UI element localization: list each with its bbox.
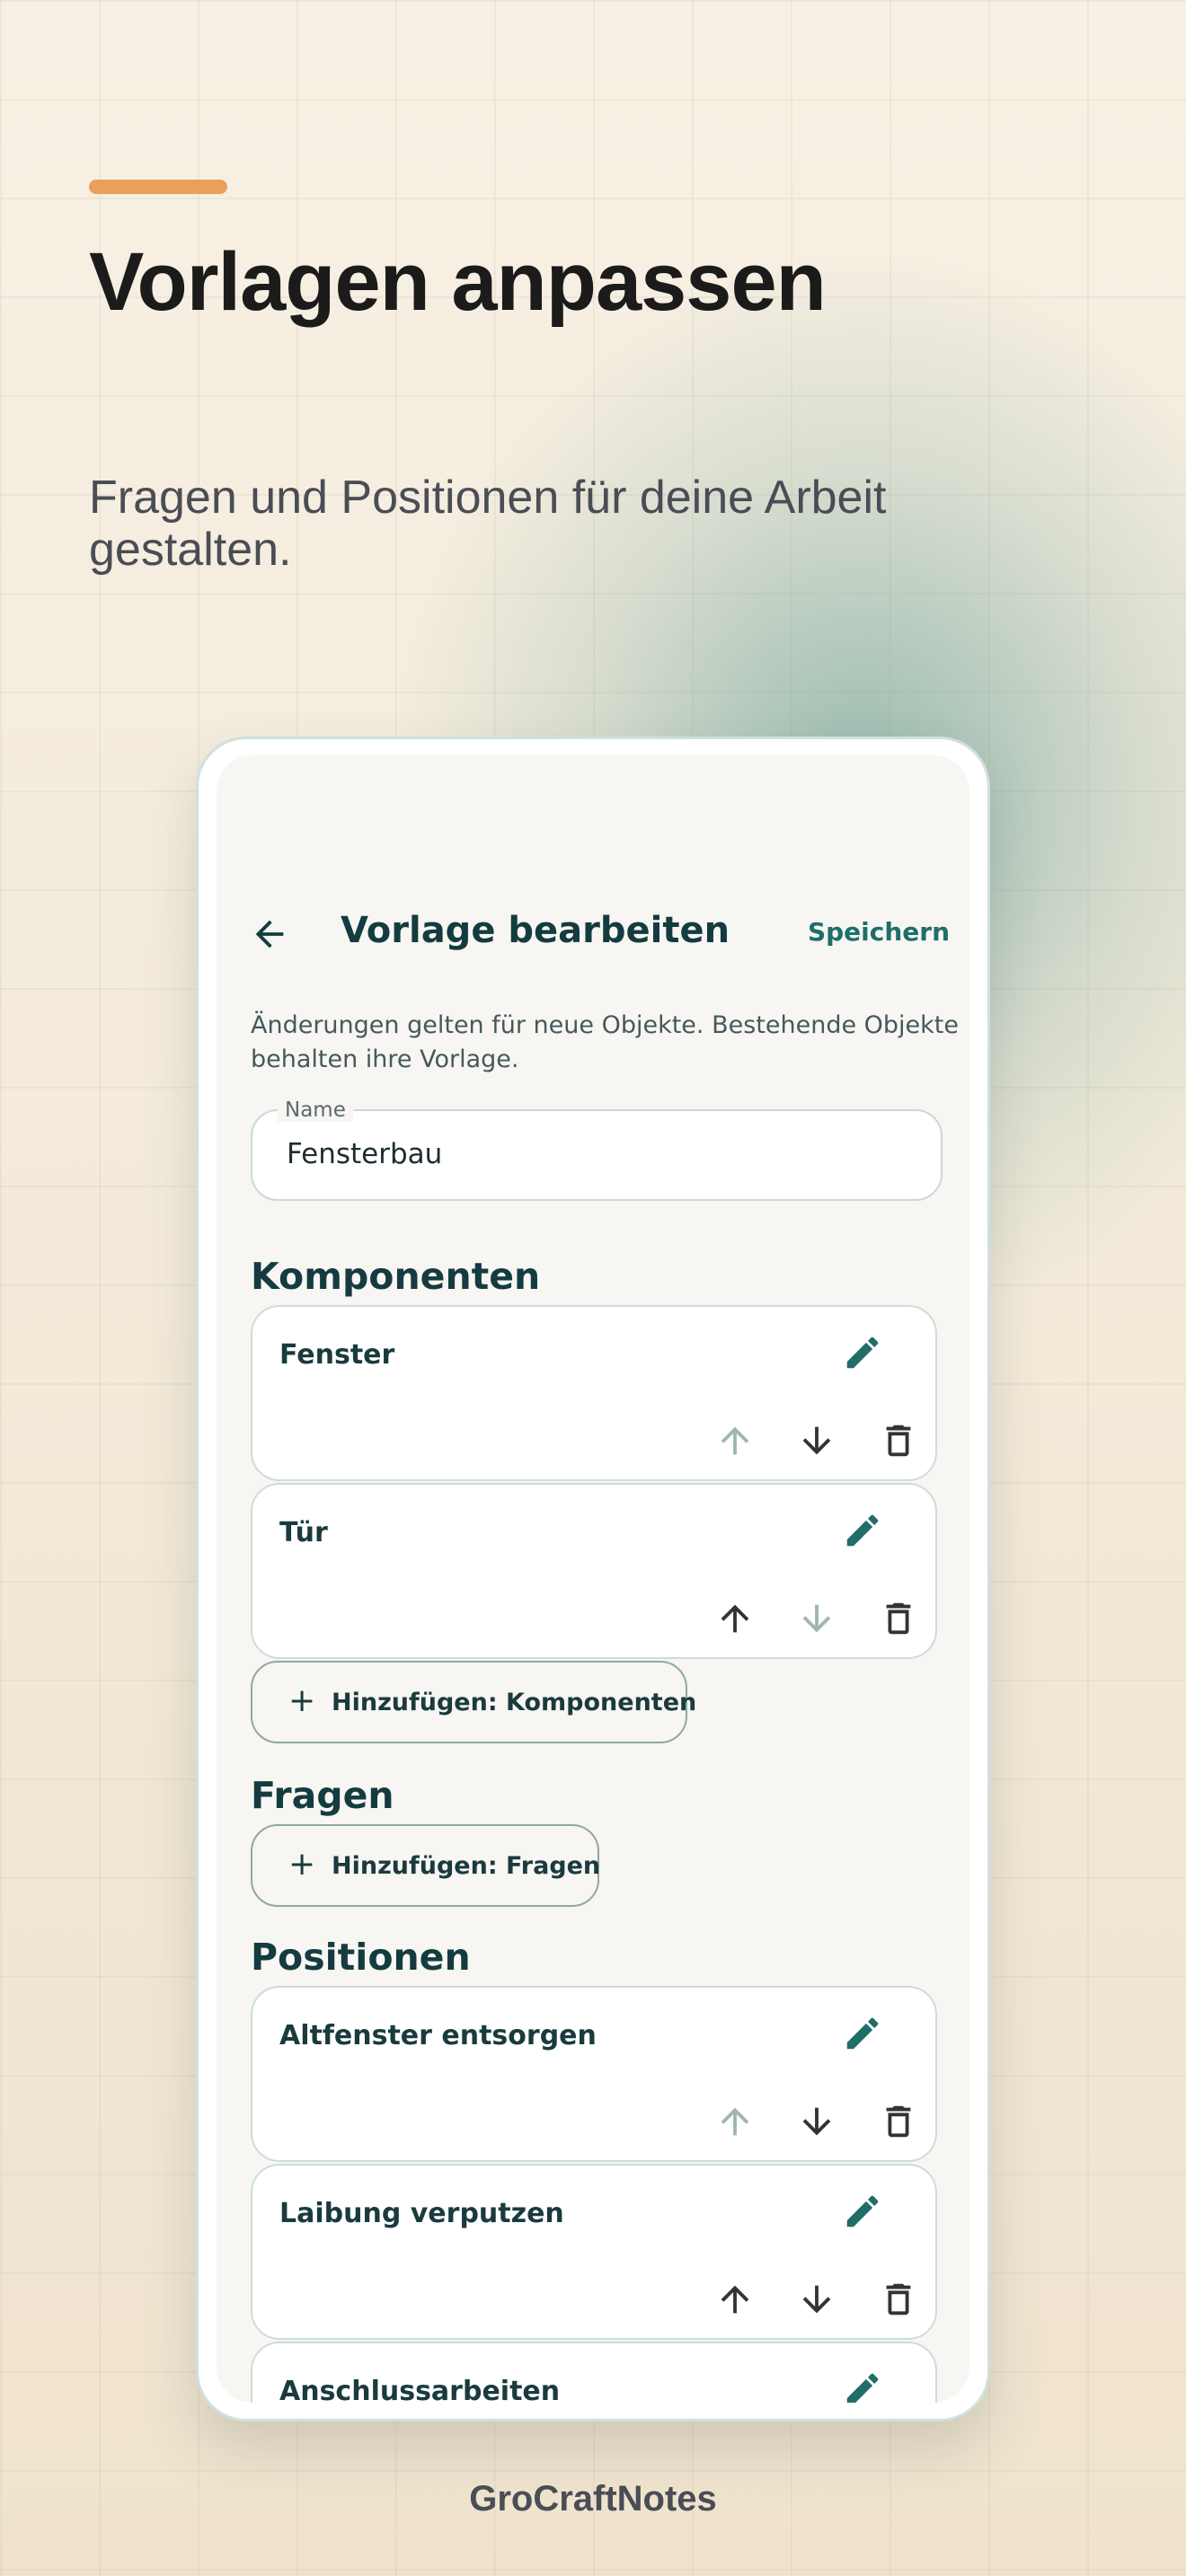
plus-icon: + xyxy=(288,1682,316,1719)
move-up-button[interactable] xyxy=(714,1598,756,1639)
edit-button[interactable] xyxy=(842,1332,883,1373)
list-item: Tür xyxy=(251,1483,937,1659)
list-item: Anschlussarbeiten xyxy=(251,2342,937,2403)
move-up-button[interactable] xyxy=(714,2101,756,2142)
pencil-icon xyxy=(846,2373,879,2403)
accent-bar xyxy=(89,180,227,194)
plus-icon: + xyxy=(288,1846,316,1883)
page-title: Vorlage bearbeiten xyxy=(341,910,730,951)
edit-button[interactable] xyxy=(842,2191,883,2232)
marketing-subtitle: Fragen und Positionen für deine Arbeit g… xyxy=(89,472,887,576)
pencil-icon xyxy=(846,2017,879,2050)
info-text: Änderungen gelten für neue Objekte. Best… xyxy=(251,1011,959,1073)
move-up-button[interactable] xyxy=(714,2279,756,2320)
move-down-button[interactable] xyxy=(796,1420,837,1461)
item-title: Laibung verputzen xyxy=(279,2198,564,2229)
move-up-button[interactable] xyxy=(714,1420,756,1461)
app-screen: Vorlage bearbeiten Speichern Änderungen … xyxy=(217,755,969,2403)
pencil-icon xyxy=(846,2195,879,2228)
trash-icon xyxy=(886,2105,911,2138)
section-title-fragen: Fragen xyxy=(251,1774,394,1817)
pencil-icon xyxy=(846,1337,879,1369)
pencil-icon xyxy=(846,1514,879,1547)
add-komponenten-label: Hinzufügen: Komponenten xyxy=(332,1689,697,1716)
arrow-up-icon xyxy=(721,1604,749,1633)
move-down-button[interactable] xyxy=(796,1598,837,1639)
add-fragen-label: Hinzufügen: Fragen xyxy=(332,1852,601,1880)
item-title: Tür xyxy=(279,1517,328,1548)
item-title: Altfenster entsorgen xyxy=(279,2020,597,2051)
list-item: Fenster xyxy=(251,1305,937,1481)
edit-button[interactable] xyxy=(842,2013,883,2054)
list-item: Altfenster entsorgen xyxy=(251,1986,937,2162)
move-down-button[interactable] xyxy=(796,2279,837,2320)
section-title-positionen: Positionen xyxy=(251,1936,471,1979)
add-fragen-button[interactable]: + Hinzufügen: Fragen xyxy=(251,1824,601,1907)
save-button[interactable]: Speichern xyxy=(808,917,950,947)
arrow-down-icon xyxy=(802,2285,831,2314)
name-field[interactable]: Name Fensterbau xyxy=(251,1098,943,1201)
section-title-komponenten: Komponenten xyxy=(251,1255,541,1298)
edit-button[interactable] xyxy=(842,1510,883,1551)
trash-icon xyxy=(886,1602,911,1635)
trash-icon xyxy=(886,1425,911,1457)
delete-button[interactable] xyxy=(878,2279,919,2320)
delete-button[interactable] xyxy=(878,2101,919,2142)
arrow-up-icon xyxy=(721,2107,749,2136)
list-item: Laibung verputzen xyxy=(251,2164,937,2340)
brand-name: GroCraftNotes xyxy=(469,2479,717,2519)
move-down-button[interactable] xyxy=(796,2101,837,2142)
edit-button[interactable] xyxy=(842,2369,883,2403)
item-title: Fenster xyxy=(279,1339,395,1371)
name-field-value[interactable]: Fensterbau xyxy=(287,1138,442,1170)
phone-frame: Vorlage bearbeiten Speichern Änderungen … xyxy=(196,737,990,2422)
arrow-down-icon xyxy=(802,1426,831,1455)
arrow-down-icon xyxy=(802,1604,831,1633)
top-app-bar: Vorlage bearbeiten Speichern xyxy=(217,903,969,966)
name-field-label: Name xyxy=(278,1098,353,1122)
arrow-up-icon xyxy=(721,2285,749,2314)
delete-button[interactable] xyxy=(878,1420,919,1461)
arrow-down-icon xyxy=(802,2107,831,2136)
delete-button[interactable] xyxy=(878,1598,919,1639)
arrow-up-icon xyxy=(721,1426,749,1455)
item-title: Anschlussarbeiten xyxy=(279,2376,561,2403)
trash-icon xyxy=(886,2283,911,2316)
add-komponenten-button[interactable]: + Hinzufügen: Komponenten xyxy=(251,1661,696,1743)
arrow-left-icon xyxy=(255,920,284,948)
marketing-headline: Vorlagen anpassen xyxy=(89,236,827,328)
back-button[interactable] xyxy=(249,913,290,955)
